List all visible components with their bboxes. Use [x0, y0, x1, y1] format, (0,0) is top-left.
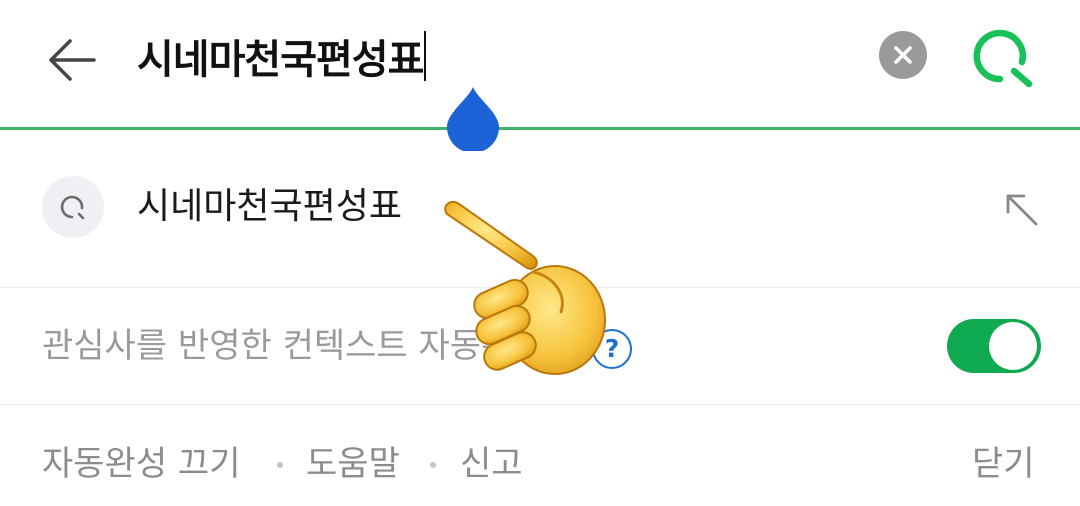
- arrow-up-left-icon: [1006, 194, 1038, 226]
- suggestion-search-icon: [42, 176, 104, 238]
- report-link[interactable]: 신고: [460, 436, 523, 492]
- arrow-left-icon: [49, 39, 96, 81]
- search-query-text: 시네마천국편성표: [137, 37, 424, 83]
- search-input[interactable]: 시네마천국편성표: [137, 30, 427, 90]
- disable-autocomplete-link[interactable]: 자동완성 끄기: [42, 436, 241, 492]
- autocomplete-footer: 자동완성 끄기 도움말 신고 닫기: [0, 406, 1080, 506]
- search-header: 시네마천국편성표: [0, 0, 1080, 130]
- text-selection-handle[interactable]: [445, 85, 501, 151]
- context-autocomplete-toggle[interactable]: [947, 319, 1041, 373]
- suggestion-text: 시네마천국편성표: [137, 186, 402, 227]
- insert-query-button[interactable]: [1000, 188, 1042, 230]
- search-icon: [973, 29, 1033, 88]
- search-button[interactable]: [970, 26, 1036, 88]
- close-icon: [894, 46, 912, 64]
- search-underline: [0, 127, 1080, 130]
- text-caret: [424, 31, 427, 81]
- close-link[interactable]: 닫기: [972, 436, 1035, 492]
- back-button[interactable]: [44, 34, 100, 86]
- clear-button[interactable]: [879, 31, 927, 79]
- separator-dot: [277, 462, 283, 468]
- divider: [0, 404, 1080, 405]
- help-link[interactable]: 도움말: [306, 436, 400, 492]
- pointing-hand-icon: [444, 200, 606, 375]
- toggle-knob: [989, 322, 1037, 370]
- separator-dot: [430, 462, 436, 468]
